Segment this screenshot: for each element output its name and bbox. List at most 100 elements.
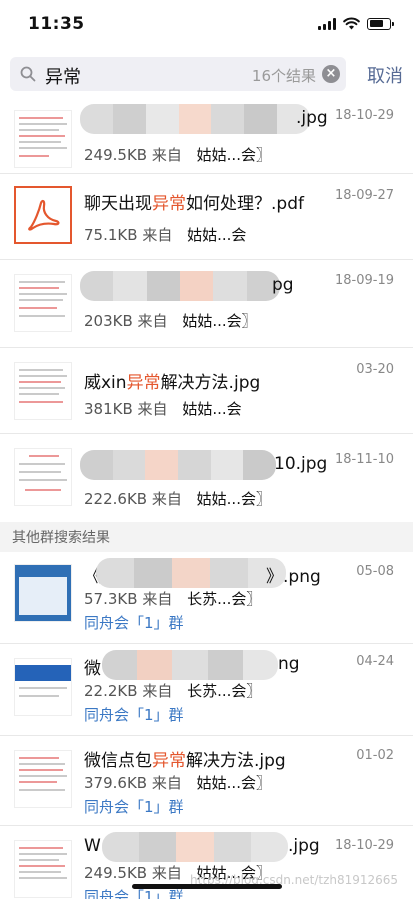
file-title: 威xin异常解决方法.jpg	[84, 373, 261, 393]
search-highlight: 异常	[152, 194, 186, 214]
status-icons	[318, 17, 394, 30]
file-size: 249.5KB	[84, 146, 148, 164]
blurred-title	[80, 271, 280, 301]
file-title: .jpg	[296, 108, 328, 128]
file-meta: 57.3KB 来自 长苏...会〗	[84, 588, 261, 609]
section-header: 其他群搜索结果	[0, 522, 413, 552]
file-meta: 381KB 来自 姑姑...会	[84, 398, 242, 419]
file-thumbnail	[14, 110, 72, 168]
from-label: 来自	[137, 400, 168, 418]
from-label: 来自	[137, 312, 168, 330]
file-size: 381KB	[84, 400, 133, 418]
from-label: 来自	[151, 774, 182, 792]
file-title: ng	[278, 654, 300, 674]
battery-icon	[367, 17, 394, 30]
blurred-title	[102, 832, 288, 862]
file-date: 04-24	[356, 654, 394, 669]
status-time: 11:35	[28, 14, 85, 34]
blurred-title	[102, 650, 278, 680]
file-thumbnail	[14, 840, 72, 898]
file-source: 姑姑...会〗	[196, 490, 271, 508]
file-meta: 203KB 来自 姑姑...会〗	[84, 310, 257, 331]
file-title: 10.jpg	[274, 454, 328, 474]
file-title: pg	[272, 275, 294, 295]
list-item[interactable]: .jpg 249.5KB 来自 姑姑...会〗 18-10-29	[0, 96, 413, 174]
list-item[interactable]: 《 》.png 57.3KB 来自 长苏...会〗 同舟会「1」群 05-08	[0, 552, 413, 644]
file-thumbnail	[14, 750, 72, 808]
file-thumbnail	[14, 658, 72, 716]
section-title: 其他群搜索结果	[12, 530, 110, 546]
blurred-title	[96, 558, 286, 588]
file-thumbnail	[14, 274, 72, 332]
search-highlight: 异常	[152, 751, 186, 771]
from-label: 来自	[151, 490, 182, 508]
from-label: 来自	[142, 590, 173, 608]
home-indicator[interactable]	[132, 884, 282, 889]
file-source: 长苏...会〗	[187, 682, 262, 700]
from-label: 来自	[142, 682, 173, 700]
group-name: 同舟会「1」群	[84, 798, 184, 816]
list-item[interactable]: 聊天出现异常如何处理？.pdf 75.1KB 来自 姑姑...会 18-09-2…	[0, 174, 413, 260]
file-size: 22.2KB	[84, 682, 138, 700]
file-title-prefix: 微	[84, 659, 101, 679]
file-size: 203KB	[84, 312, 133, 330]
search-highlight: 异常	[126, 373, 161, 393]
list-item[interactable]: 10.jpg 222.6KB 来自 姑姑...会〗 18-11-10	[0, 434, 413, 522]
acrobat-logo-icon	[28, 199, 60, 231]
file-date: 18-09-19	[334, 273, 394, 288]
file-size: 57.3KB	[84, 590, 138, 608]
from-label: 来自	[151, 146, 182, 164]
blurred-title	[80, 450, 276, 480]
file-source: 姑姑...会〗	[182, 312, 257, 330]
file-title: 微信点包异常解决方法.jpg	[84, 751, 286, 771]
group-name: 同舟会「1」群	[84, 614, 184, 632]
file-date: 18-10-29	[334, 838, 394, 853]
search-bar: 异常 16个结果 × 取消	[0, 54, 413, 96]
file-title-prefix: W	[84, 836, 101, 856]
file-date: 01-02	[356, 748, 394, 763]
file-date: 18-11-10	[334, 452, 394, 467]
file-meta: 22.2KB 来自 长苏...会〗	[84, 680, 261, 701]
file-source: 姑姑...会	[182, 400, 242, 418]
search-icon	[20, 66, 36, 82]
file-size: 249.5KB	[84, 864, 148, 882]
list-item[interactable]: 微 ng 22.2KB 来自 长苏...会〗 同舟会「1」群 04-24	[0, 644, 413, 736]
file-size: 379.6KB	[84, 774, 148, 792]
blurred-title	[80, 104, 310, 134]
file-title: 聊天出现异常如何处理？.pdf	[84, 194, 304, 214]
from-label: 来自	[151, 864, 182, 882]
file-meta: 249.5KB 来自 姑姑...会〗	[84, 144, 271, 165]
file-date: 05-08	[356, 564, 394, 579]
file-meta: 222.6KB 来自 姑姑...会〗	[84, 488, 271, 509]
file-size: 222.6KB	[84, 490, 148, 508]
search-query: 异常	[45, 67, 81, 88]
file-meta: 379.6KB 来自 姑姑...会〗	[84, 772, 271, 793]
file-thumbnail	[14, 362, 72, 420]
group-name: 同舟会「1」群	[84, 706, 184, 724]
pdf-icon	[14, 186, 72, 244]
file-date: 18-10-29	[334, 108, 394, 123]
file-date: 18-09-27	[334, 188, 394, 203]
list-item[interactable]: pg 203KB 来自 姑姑...会〗 18-09-19	[0, 260, 413, 348]
file-meta: 75.1KB 来自 姑姑...会	[84, 224, 246, 245]
cancel-button[interactable]: 取消	[367, 62, 403, 88]
file-title: .jpg	[288, 836, 320, 856]
list-item[interactable]: 微信点包异常解决方法.jpg 379.6KB 来自 姑姑...会〗 同舟会「1」…	[0, 736, 413, 826]
results-list: .jpg 249.5KB 来自 姑姑...会〗 18-10-29 聊天出现异常如…	[0, 96, 413, 899]
file-thumbnail	[14, 448, 72, 506]
search-input[interactable]: 异常 16个结果 ×	[10, 57, 346, 91]
file-size: 75.1KB	[84, 226, 138, 244]
from-label: 来自	[142, 226, 173, 244]
file-source: 姑姑...会〗	[196, 146, 271, 164]
file-title: 》.png	[266, 567, 321, 587]
cellular-signal-icon	[318, 17, 336, 30]
wifi-icon	[343, 17, 360, 30]
file-source: 长苏...会〗	[187, 590, 262, 608]
file-date: 03-20	[356, 362, 394, 377]
file-source: 姑姑...会	[187, 226, 247, 244]
list-item[interactable]: 威xin异常解决方法.jpg 381KB 来自 姑姑...会 03-20	[0, 348, 413, 434]
status-bar: 11:35	[0, 0, 413, 50]
result-count: 16个结果	[251, 67, 316, 85]
file-thumbnail	[14, 564, 72, 622]
clear-icon[interactable]: ×	[322, 65, 340, 83]
